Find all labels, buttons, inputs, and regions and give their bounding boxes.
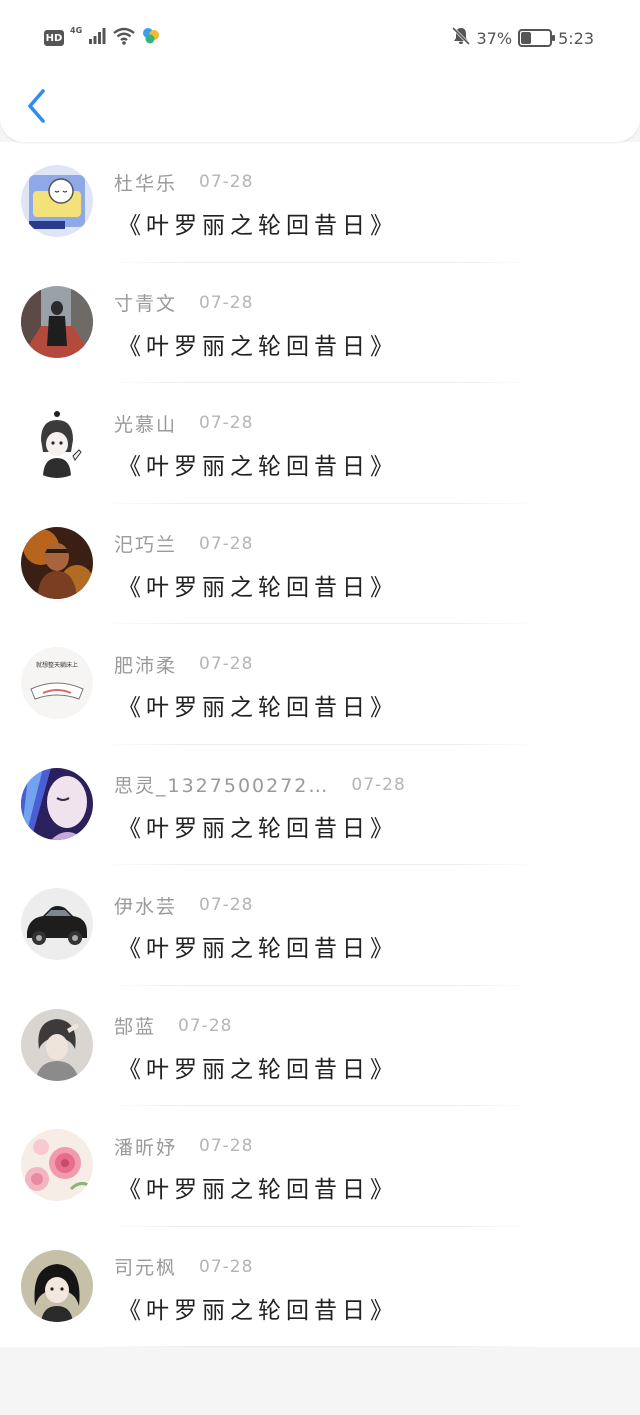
game-warrior-avatar xyxy=(21,526,93,599)
comment-item[interactable]: 思灵_1327500272… 07-28 《叶罗丽之轮回昔日》 xyxy=(0,745,640,865)
comment-date: 07-28 xyxy=(199,1136,254,1156)
comment-item[interactable]: 汜巧兰 07-28 《叶罗丽之轮回昔日》 xyxy=(0,504,640,624)
comment-meta: 光慕山 07-28 xyxy=(114,410,254,437)
comment-date: 07-28 xyxy=(199,654,254,674)
username[interactable]: 寸青文 xyxy=(114,289,177,316)
clock: 5:23 xyxy=(558,28,594,48)
comment-meta: 杜华乐 07-28 xyxy=(114,169,254,196)
chevron-left-icon xyxy=(28,89,45,123)
battery-percent: 37% xyxy=(476,28,513,48)
status-left: HD 4G xyxy=(44,26,160,50)
comment-item[interactable]: 寸青文 07-28 《叶罗丽之轮回昔日》 xyxy=(0,263,640,383)
comment-text: 《叶罗丽之轮回昔日》 xyxy=(118,1297,398,1324)
battery-fill xyxy=(521,32,532,44)
status-bar: HD 4G 37% 5:23 xyxy=(0,20,640,56)
status-right: 37% 5:23 xyxy=(451,26,594,50)
avatar[interactable] xyxy=(21,285,93,358)
comment-meta: 潘昕妤 07-28 xyxy=(114,1133,254,1160)
divider xyxy=(100,1346,540,1347)
avatar[interactable] xyxy=(21,1129,93,1201)
comment-date: 07-28 xyxy=(199,172,254,192)
comment-item[interactable]: 伊水芸 07-28 《叶罗丽之轮回昔日》 xyxy=(0,865,640,986)
comment-item[interactable]: 光慕山 07-28 《叶罗丽之轮回昔日》 xyxy=(0,383,640,504)
comment-meta: 郜蓝 07-28 xyxy=(114,1012,233,1039)
comment-item[interactable]: 杜华乐 07-28 《叶罗丽之轮回昔日》 xyxy=(0,142,640,263)
username[interactable]: 郜蓝 xyxy=(114,1012,156,1039)
comment-meta: 寸青文 07-28 xyxy=(114,289,254,316)
comment-date: 07-28 xyxy=(199,1256,254,1277)
comment-item[interactable]: 司元枫 07-28 《叶罗丽之轮回昔日》 xyxy=(0,1227,640,1347)
comment-meta: 伊水芸 07-28 xyxy=(114,892,254,919)
comment-text: 《叶罗丽之轮回昔日》 xyxy=(118,454,398,480)
hd-badge: HD xyxy=(44,30,64,46)
username[interactable]: 潘昕妤 xyxy=(114,1133,177,1160)
comment-date: 07-28 xyxy=(199,895,254,915)
comment-text: 《叶罗丽之轮回昔日》 xyxy=(118,936,398,962)
comment-text: 《叶罗丽之轮回昔日》 xyxy=(118,695,398,721)
back-button[interactable] xyxy=(18,86,54,126)
wifi-icon xyxy=(112,26,136,50)
network-label: 4G xyxy=(70,26,83,35)
comment-text: 《叶罗丽之轮回昔日》 xyxy=(118,1056,398,1083)
comment-meta: 汜巧兰 07-28 xyxy=(114,530,254,557)
comment-list: 杜华乐 07-28 《叶罗丽之轮回昔日》 寸青文 07-28 《叶罗丽之轮回昔日》 光慕山 0… xyxy=(0,142,640,1347)
avatar[interactable] xyxy=(21,526,93,599)
signal-icon xyxy=(88,27,106,49)
comment-date: 07-28 xyxy=(199,292,254,313)
comment-date: 07-28 xyxy=(199,533,254,554)
comment-date: 07-28 xyxy=(178,1015,233,1036)
avatar[interactable] xyxy=(21,165,93,237)
app-notification-icon xyxy=(142,27,160,49)
avatar[interactable] xyxy=(21,406,93,478)
meme-bed-avatar: 就想整天躺床上 xyxy=(21,647,93,719)
comment-meta: 司元枫 07-28 xyxy=(114,1253,254,1280)
pink-flowers-avatar xyxy=(21,1129,93,1201)
comment-text: 《叶罗丽之轮回昔日》 xyxy=(118,574,398,601)
comment-list-screen: HD 4G 37% 5:23 杜华乐 07-28 《叶罗丽之轮回昔日》 寸青文 … xyxy=(0,0,640,1415)
comment-text: 《叶罗丽之轮回昔日》 xyxy=(118,213,398,239)
purple-face-avatar xyxy=(21,767,93,840)
username[interactable]: 光慕山 xyxy=(114,410,177,437)
comment-text: 《叶罗丽之轮回昔日》 xyxy=(118,333,398,360)
avatar[interactable] xyxy=(21,1008,93,1081)
username[interactable]: 伊水芸 xyxy=(114,892,177,919)
avatar[interactable] xyxy=(21,767,93,840)
cartoon-sleeping-avatar xyxy=(21,165,93,237)
comment-text: 《叶罗丽之轮回昔日》 xyxy=(118,815,398,842)
comment-date: 07-28 xyxy=(199,413,254,433)
anime-sketch-avatar xyxy=(21,406,93,478)
avatar[interactable] xyxy=(21,1249,93,1322)
dark-hair-girl-avatar xyxy=(21,1249,93,1322)
comment-meta: 思灵_1327500272… 07-28 xyxy=(114,771,406,798)
bell-muted-icon xyxy=(451,26,471,50)
battery-icon xyxy=(518,29,556,47)
avatar[interactable]: 就想整天躺床上 xyxy=(21,647,93,719)
username[interactable]: 肥沛柔 xyxy=(114,651,177,678)
street-photo-avatar xyxy=(21,285,93,358)
comment-item[interactable]: 就想整天躺床上 肥沛柔 07-28 《叶罗丽之轮回昔日》 xyxy=(0,624,640,745)
comment-text: 《叶罗丽之轮回昔日》 xyxy=(118,1177,398,1203)
username[interactable]: 汜巧兰 xyxy=(114,530,177,557)
username[interactable]: 杜华乐 xyxy=(114,169,177,196)
comment-item[interactable]: 郜蓝 07-28 《叶罗丽之轮回昔日》 xyxy=(0,986,640,1106)
username[interactable]: 司元枫 xyxy=(114,1253,177,1280)
avatar[interactable] xyxy=(21,888,93,960)
comment-item[interactable]: 潘昕妤 07-28 《叶罗丽之轮回昔日》 xyxy=(0,1106,640,1227)
comment-meta: 肥沛柔 07-28 xyxy=(114,651,254,678)
svg-text:就想整天躺床上: 就想整天躺床上 xyxy=(36,661,78,669)
vintage-car-avatar xyxy=(21,888,93,960)
portrait-girl-avatar xyxy=(21,1008,93,1081)
top-bar: HD 4G 37% 5:23 xyxy=(0,0,640,142)
comment-date: 07-28 xyxy=(351,774,406,795)
username[interactable]: 思灵_1327500272… xyxy=(114,771,329,798)
